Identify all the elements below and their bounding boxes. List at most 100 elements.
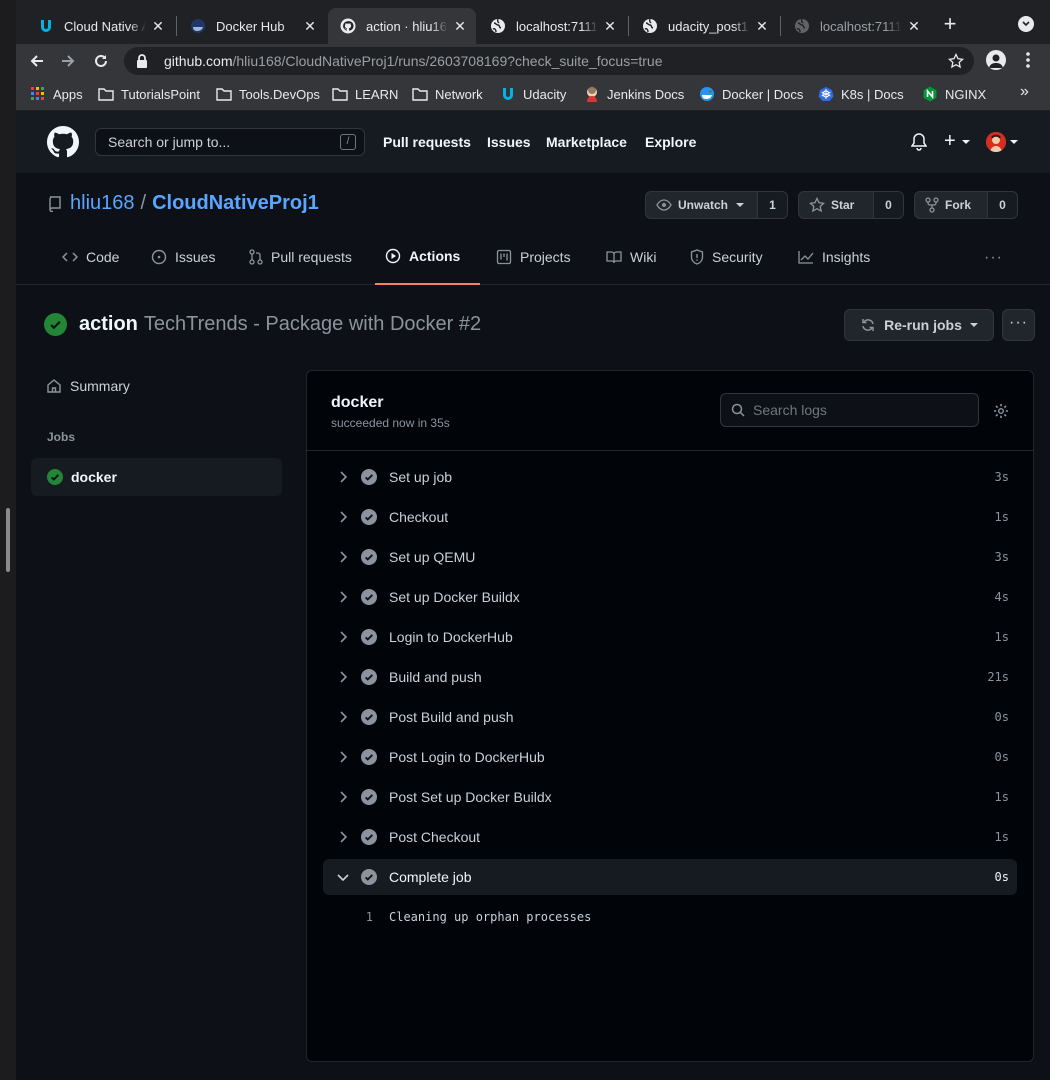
- back-button[interactable]: [25, 49, 49, 73]
- close-icon[interactable]: ✕: [602, 18, 618, 35]
- bookmarks-overflow-icon[interactable]: »: [1020, 83, 1029, 101]
- close-icon[interactable]: ✕: [754, 18, 770, 35]
- success-check-icon: [47, 469, 63, 485]
- step-duration: 3s: [994, 470, 1009, 484]
- project-icon: [496, 249, 512, 265]
- header-nav-marketplace[interactable]: Marketplace: [546, 134, 627, 150]
- address-bar[interactable]: github.com/hliu168/CloudNativeProj1/runs…: [124, 47, 974, 75]
- close-icon[interactable]: ✕: [302, 18, 318, 35]
- header-nav-pull-requests[interactable]: Pull requests: [383, 134, 471, 150]
- close-icon[interactable]: ✕: [452, 18, 468, 35]
- notifications-bell-icon[interactable]: [910, 133, 928, 156]
- new-tab-button[interactable]: +: [940, 12, 960, 36]
- create-new-plus-icon[interactable]: +: [944, 131, 956, 151]
- step-duration: 0s: [994, 710, 1009, 724]
- forward-button[interactable]: [56, 49, 80, 73]
- tab-code[interactable]: Code: [52, 229, 129, 285]
- browser-tab-active[interactable]: action · hliu168/CloudNativeProj1 ✕: [328, 8, 476, 44]
- chevron-down-icon[interactable]: [1010, 140, 1018, 144]
- github-icon: [340, 18, 356, 34]
- log-step[interactable]: Post Login to DockerHub 0s: [323, 739, 1017, 775]
- browser-tab[interactable]: Cloud Native Application Architecture ✕: [26, 8, 174, 44]
- log-line-number[interactable]: 1: [323, 910, 373, 924]
- rerun-jobs-button[interactable]: Re-run jobs: [844, 309, 994, 341]
- log-line-text: Cleaning up orphan processes: [389, 910, 592, 924]
- bookmark-folder[interactable]: Network: [412, 85, 483, 103]
- browser-tab[interactable]: localhost:7111/metrics ✕: [478, 8, 626, 44]
- profile-avatar-icon[interactable]: [986, 50, 1006, 70]
- step-check-icon: [361, 789, 377, 805]
- tab-issues[interactable]: Issues: [141, 229, 225, 285]
- step-check-icon: [361, 549, 377, 565]
- browser-tab[interactable]: localhost:7111/healthz ✕: [782, 8, 930, 44]
- unwatch-label: Unwatch: [678, 198, 729, 212]
- bookmark-folder[interactable]: LEARN: [332, 85, 398, 103]
- folder-icon: [412, 86, 428, 102]
- bookmark-nginx[interactable]: NGINX: [922, 85, 986, 103]
- browser-menu-icon[interactable]: [1023, 51, 1033, 69]
- tab-search-icon[interactable]: [1018, 16, 1034, 32]
- tab-insights[interactable]: Insights: [788, 229, 880, 285]
- log-step[interactable]: Build and push 21s: [323, 659, 1017, 695]
- search-logs-input[interactable]: Search logs: [720, 393, 979, 427]
- step-name: Checkout: [389, 509, 449, 525]
- chevron-down-icon: [969, 323, 978, 327]
- log-step[interactable]: Post Build and push 0s: [323, 699, 1017, 735]
- reload-button[interactable]: [89, 49, 113, 73]
- log-step-expanded[interactable]: Complete job 0s: [323, 859, 1017, 895]
- header-nav-explore[interactable]: Explore: [645, 134, 696, 150]
- watchers-count[interactable]: 1: [757, 192, 787, 218]
- tab-wiki[interactable]: Wiki: [596, 229, 666, 285]
- log-step[interactable]: Set up job 3s: [323, 459, 1017, 495]
- chevron-right-icon: [333, 511, 353, 523]
- bookmark-udacity[interactable]: Udacity: [500, 85, 566, 103]
- close-icon[interactable]: ✕: [906, 18, 922, 35]
- bookmark-docker-docs[interactable]: Docker | Docs: [699, 85, 803, 103]
- tab-security[interactable]: Security: [680, 229, 773, 285]
- unwatch-button[interactable]: Unwatch 1: [645, 191, 788, 219]
- forks-count[interactable]: 0: [987, 192, 1017, 218]
- fork-button[interactable]: Fork 0: [914, 191, 1018, 219]
- tab-projects[interactable]: Projects: [486, 229, 581, 285]
- sidebar-summary-link[interactable]: Summary: [46, 378, 130, 394]
- log-step[interactable]: Post Checkout 1s: [323, 819, 1017, 855]
- log-step[interactable]: Set up Docker Buildx 4s: [323, 579, 1017, 615]
- bookmark-folder[interactable]: Tools.DevOps: [216, 85, 320, 103]
- step-name: Post Login to DockerHub: [389, 749, 545, 765]
- more-tabs-icon[interactable]: ···: [984, 249, 1003, 267]
- tab-pull-requests[interactable]: Pull requests: [239, 229, 362, 285]
- log-step[interactable]: Checkout 1s: [323, 499, 1017, 535]
- gear-icon[interactable]: [993, 403, 1009, 419]
- sidebar-job-docker[interactable]: docker: [31, 458, 282, 496]
- bookmark-jenkins[interactable]: Jenkins Docs: [584, 85, 684, 103]
- bookmark-apps[interactable]: Apps: [30, 85, 83, 103]
- repo-owner-link[interactable]: hliu168: [70, 192, 135, 215]
- log-step[interactable]: Set up QEMU 3s: [323, 539, 1017, 575]
- chevron-down-icon: [333, 873, 353, 881]
- tab-actions[interactable]: Actions: [375, 229, 480, 285]
- chevron-down-icon[interactable]: [962, 140, 970, 144]
- search-shortcut-hint: /: [340, 134, 356, 150]
- tab-label: Actions: [409, 248, 461, 264]
- close-icon[interactable]: ✕: [150, 18, 166, 35]
- bookmark-label: Udacity: [523, 86, 567, 102]
- bookmark-k8s-docs[interactable]: K8s | Docs: [818, 85, 904, 103]
- window-resize-handle[interactable]: [6, 508, 10, 572]
- bookmark-folder[interactable]: TutorialsPoint: [98, 85, 200, 103]
- log-step[interactable]: Post Set up Docker Buildx 1s: [323, 779, 1017, 815]
- step-name: Build and push: [389, 669, 482, 685]
- repo-name-link[interactable]: CloudNativeProj1: [152, 192, 319, 215]
- run-more-options-button[interactable]: ···: [1002, 309, 1035, 341]
- avatar[interactable]: [986, 132, 1006, 152]
- stars-count[interactable]: 0: [873, 192, 903, 218]
- header-nav-issues[interactable]: Issues: [487, 134, 531, 150]
- bookmark-star-icon[interactable]: [947, 52, 965, 72]
- star-button[interactable]: Star 0: [798, 191, 904, 219]
- browser-tab[interactable]: udacity_post1 ✕: [630, 8, 778, 44]
- global-search-input[interactable]: Search or jump to... /: [95, 128, 365, 156]
- browser-tab[interactable]: Docker Hub ✕: [178, 8, 326, 44]
- docker-icon: [699, 86, 715, 102]
- star-label: Star: [831, 198, 855, 212]
- log-step[interactable]: Login to DockerHub 1s: [323, 619, 1017, 655]
- github-logo-icon[interactable]: [47, 126, 79, 158]
